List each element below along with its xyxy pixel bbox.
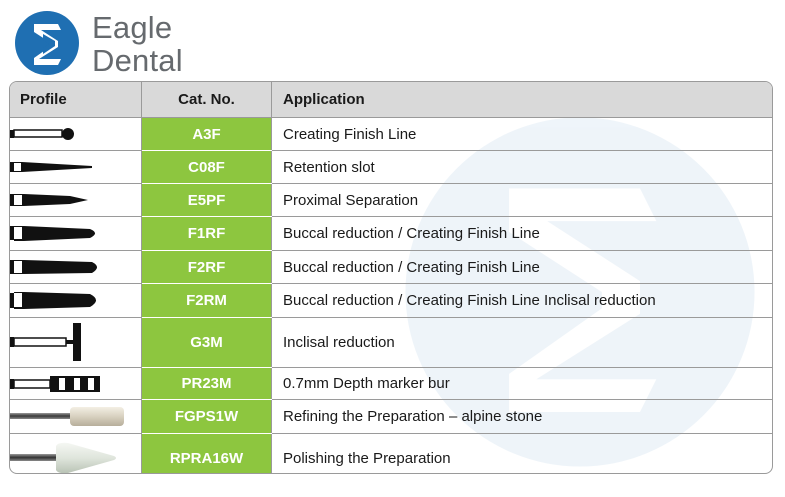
application-cell: Buccal reduction / Creating Finish Line bbox=[271, 216, 772, 251]
depth-marker-bur-icon bbox=[10, 376, 100, 392]
profile-cell bbox=[10, 283, 142, 318]
table-header-row: Profile Cat. No. Application bbox=[10, 82, 772, 118]
application-cell: Retention slot bbox=[271, 150, 772, 184]
cat-no-cell: G3M bbox=[141, 317, 272, 368]
table-row: A3F Creating Finish Line bbox=[10, 117, 772, 151]
long-round-end-bur-icon bbox=[10, 226, 95, 241]
profile-cell bbox=[10, 117, 142, 151]
table-row: G3M Inclisal reduction bbox=[10, 317, 772, 368]
product-table-card: Profile Cat. No. Application A3F Creatin… bbox=[9, 81, 773, 474]
brand-logo: Eagle Dental bbox=[14, 6, 204, 76]
cat-no-cell: F1RF bbox=[141, 216, 272, 251]
header-cat-no: Cat. No. bbox=[141, 82, 272, 118]
cat-no-cell: A3F bbox=[141, 117, 272, 151]
profile-cell bbox=[10, 183, 142, 217]
application-cell: Refining the Preparation – alpine stone bbox=[271, 399, 772, 434]
header-application: Application bbox=[271, 82, 772, 118]
brand-name-line1: Eagle bbox=[92, 10, 173, 45]
profile-cell bbox=[10, 433, 142, 473]
table-row: F2RF Buccal reduction / Creating Finish … bbox=[10, 250, 772, 284]
header-profile: Profile bbox=[10, 82, 142, 118]
wheel-bur-icon bbox=[10, 323, 81, 361]
profile-cell bbox=[10, 399, 142, 434]
profile-cell bbox=[10, 150, 142, 184]
table-row: F2RM Buccal reduction / Creating Finish … bbox=[10, 283, 772, 318]
profile-cell bbox=[10, 216, 142, 251]
product-table: Profile Cat. No. Application A3F Creatin… bbox=[10, 82, 772, 473]
cat-no-cell: C08F bbox=[141, 150, 272, 184]
application-cell: Proximal Separation bbox=[271, 183, 772, 217]
profile-cell bbox=[10, 367, 142, 400]
profile-cell bbox=[10, 250, 142, 284]
pointed-tapered-bur-icon bbox=[10, 194, 88, 206]
cat-no-cell: FGPS1W bbox=[141, 399, 272, 434]
polishing-point-icon bbox=[10, 442, 116, 473]
eagle-logo-icon bbox=[15, 11, 79, 75]
application-cell: Creating Finish Line bbox=[271, 117, 772, 151]
table-row: E5PF Proximal Separation bbox=[10, 183, 772, 217]
cat-no-cell: RPRA16W bbox=[141, 433, 272, 473]
cat-no-cell: F2RF bbox=[141, 250, 272, 284]
table-row: FGPS1W Refining the Preparation – alpine… bbox=[10, 399, 772, 434]
thin-tapered-bur-icon bbox=[10, 162, 92, 172]
alpine-stone-icon bbox=[10, 407, 124, 426]
cat-no-cell: F2RM bbox=[141, 283, 272, 318]
long-round-end-bur-icon bbox=[10, 292, 96, 309]
profile-cell bbox=[10, 317, 142, 368]
application-cell: Inclisal reduction bbox=[271, 317, 772, 368]
table-row: PR23M 0.7mm Depth marker bur bbox=[10, 367, 772, 400]
application-cell: 0.7mm Depth marker bur bbox=[271, 367, 772, 400]
table-row: F1RF Buccal reduction / Creating Finish … bbox=[10, 216, 772, 251]
table-row: C08F Retention slot bbox=[10, 150, 772, 184]
chamfer-ball-end-bur-icon bbox=[10, 128, 74, 140]
cat-no-cell: PR23M bbox=[141, 367, 272, 400]
table-row: RPRA16W Polishing the Preparation bbox=[10, 433, 772, 473]
long-round-end-bur-icon bbox=[10, 260, 97, 274]
application-cell: Buccal reduction / Creating Finish Line … bbox=[271, 283, 772, 318]
brand-name: Eagle Dental bbox=[92, 12, 183, 78]
brand-name-line2: Dental bbox=[92, 43, 183, 78]
application-cell: Polishing the Preparation bbox=[283, 449, 451, 467]
application-cell: Buccal reduction / Creating Finish Line bbox=[271, 250, 772, 284]
cat-no-cell: E5PF bbox=[141, 183, 272, 217]
